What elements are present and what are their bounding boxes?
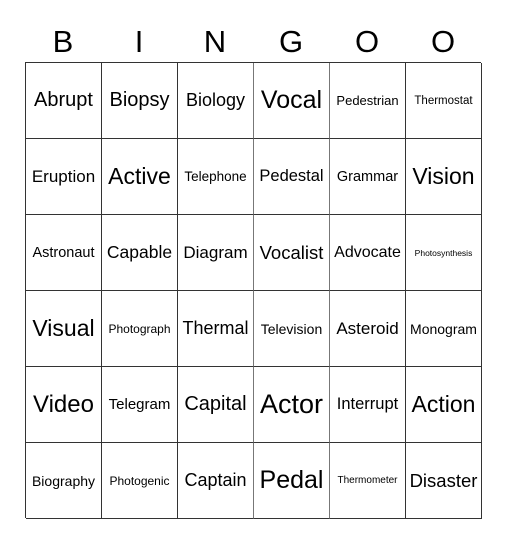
bingo-cell[interactable]: Monogram [406, 291, 482, 367]
bingo-cell[interactable]: Capable [102, 215, 178, 291]
bingo-cell[interactable]: Vocalist [254, 215, 330, 291]
bingo-cell[interactable]: Pedestal [254, 139, 330, 215]
bingo-cell[interactable]: Grammar [330, 139, 406, 215]
bingo-cell[interactable]: Television [254, 291, 330, 367]
bingo-cell[interactable]: Diagram [178, 215, 254, 291]
bingo-cell[interactable]: Thermometer [330, 443, 406, 519]
bingo-cell[interactable]: Advocate [330, 215, 406, 291]
bingo-cell[interactable]: Actor [254, 367, 330, 443]
bingo-grid: Abrupt Biopsy Biology Vocal Pedestrian Thermo… [25, 62, 482, 519]
bingo-cell[interactable]: Disaster [406, 443, 482, 519]
bingo-cell[interactable]: Active [102, 139, 178, 215]
bingo-cell[interactable]: Telephone [178, 139, 254, 215]
bingo-cell[interactable]: Astronaut [26, 215, 102, 291]
header-letter: B [52, 24, 74, 59]
bingo-cell[interactable]: Biopsy [102, 63, 178, 139]
bingo-cell[interactable]: Vision [406, 139, 482, 215]
bingo-cell[interactable]: Abrupt [26, 63, 102, 139]
bingo-cell[interactable]: Telegram [102, 367, 178, 443]
bingo-cell[interactable]: Capital [178, 367, 254, 443]
bingo-cell[interactable]: Photogenic [102, 443, 178, 519]
bingo-cell[interactable]: Interrupt [330, 367, 406, 443]
bingo-cell[interactable]: Thermostat [406, 63, 482, 139]
bingo-cell[interactable]: Video [26, 367, 102, 443]
header-letter: G [278, 24, 304, 59]
bingo-cell[interactable]: Action [406, 367, 482, 443]
bingo-header: B I N G O O [25, 22, 481, 62]
bingo-cell[interactable]: Biography [26, 443, 102, 519]
bingo-cell[interactable]: Biology [178, 63, 254, 139]
bingo-cell[interactable]: Photograph [102, 291, 178, 367]
bingo-cell[interactable]: Thermal [178, 291, 254, 367]
header-letter: N [203, 24, 227, 59]
bingo-cell[interactable]: Eruption [26, 139, 102, 215]
bingo-cell[interactable]: Captain [178, 443, 254, 519]
header-letter: I [134, 24, 144, 59]
header-letter: O [430, 24, 456, 59]
bingo-cell[interactable]: Asteroid [330, 291, 406, 367]
bingo-cell[interactable]: Vocal [254, 63, 330, 139]
bingo-cell[interactable]: Photosynthesis [406, 215, 482, 291]
bingo-cell[interactable]: Pedestrian [330, 63, 406, 139]
header-letter: O [354, 24, 380, 59]
bingo-cell[interactable]: Visual [26, 291, 102, 367]
bingo-cell[interactable]: Pedal [254, 443, 330, 519]
